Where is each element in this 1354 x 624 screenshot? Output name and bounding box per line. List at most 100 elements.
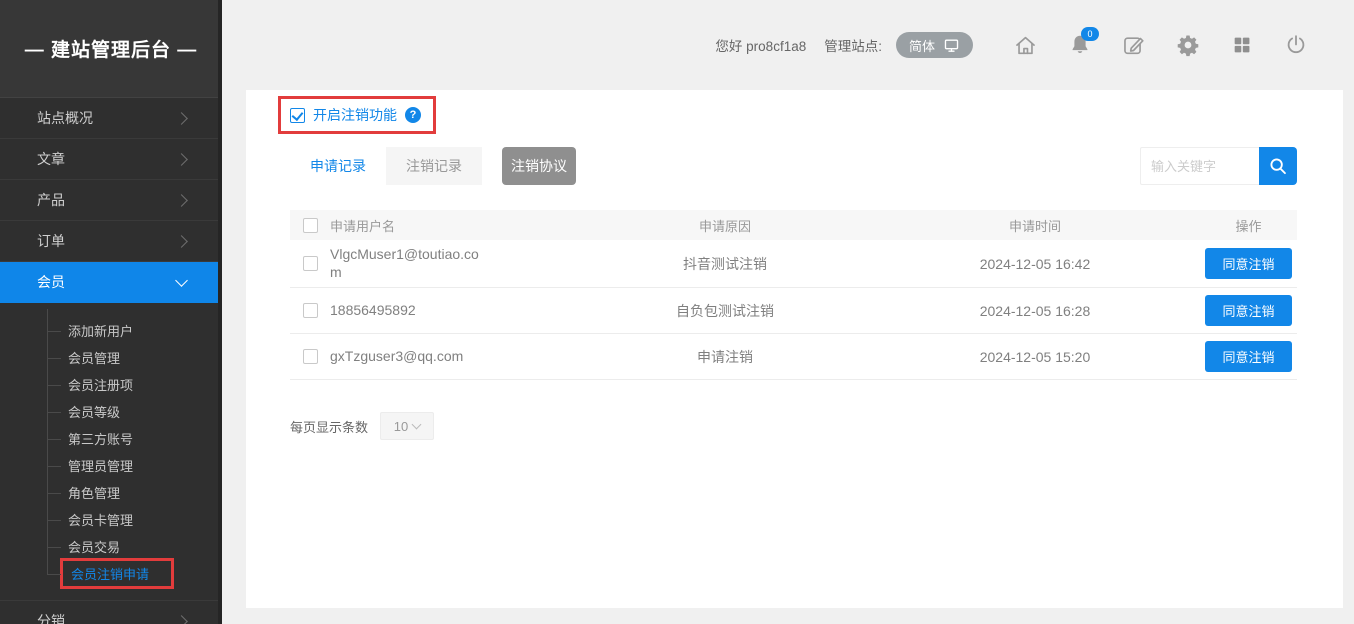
col-time: 申请时间: [870, 216, 1200, 235]
pagination: 每页显示条数 10: [290, 412, 1297, 440]
sidebar-subitem-label: 添加新用户: [68, 321, 133, 340]
sidebar-item[interactable]: 站点概况: [0, 98, 218, 139]
applications-table: 申请用户名 申请原因 申请时间 操作 VlgcMuser1@toutiao.co…: [290, 210, 1297, 380]
search-icon: [1267, 155, 1289, 177]
sidebar-subitem[interactable]: 管理员管理: [0, 452, 222, 479]
sidebar-item-label: 会员: [37, 272, 65, 292]
content-card: 开启注销功能 ? 申请记录 注销记录 注销协议: [246, 90, 1343, 608]
tab[interactable]: 注销记录: [386, 147, 482, 185]
cell-username: gxTzguser3@qq.com: [330, 348, 580, 366]
tab[interactable]: 申请记录: [290, 147, 386, 185]
chevron-icon: [175, 274, 188, 287]
sidebar-subitem[interactable]: 会员管理: [0, 344, 222, 371]
select-all-checkbox[interactable]: [303, 218, 318, 233]
sidebar-item[interactable]: 文章: [0, 139, 218, 180]
gear-icon[interactable]: [1175, 33, 1200, 58]
tab-bar: 申请记录 注销记录 注销协议: [290, 147, 1297, 185]
page-size-select[interactable]: 10: [380, 412, 434, 440]
user-greeting: 您好 pro8cf1a8: [715, 35, 806, 55]
col-username: 申请用户名: [330, 216, 580, 235]
sidebar-item-label: 站点概况: [37, 108, 93, 128]
cell-time: 2024-12-05 16:42: [870, 256, 1200, 272]
table-header-row: 申请用户名 申请原因 申请时间 操作: [290, 210, 1297, 240]
cell-username: VlgcMuser1@toutiao.com: [330, 246, 580, 281]
compose-icon[interactable]: [1121, 33, 1146, 58]
sidebar-item-label: 文章: [37, 149, 65, 169]
sidebar: — 建站管理后台 — 站点概况 文章 产品 订单: [0, 0, 222, 624]
sidebar-subitem[interactable]: 会员注销申请: [0, 560, 222, 587]
sidebar-subitem-label: 角色管理: [68, 483, 120, 502]
bell-icon[interactable]: 0: [1067, 33, 1092, 58]
approve-logout-button[interactable]: 同意注销: [1205, 295, 1291, 326]
chevron-icon: [175, 235, 188, 248]
logout-enabled-checkbox[interactable]: [290, 108, 305, 123]
home-icon[interactable]: [1013, 33, 1038, 58]
language-site-button[interactable]: 简体: [896, 32, 973, 58]
topbar: 您好 pro8cf1a8 管理站点: 简体: [222, 0, 1354, 90]
row-checkbox[interactable]: [303, 349, 318, 364]
col-reason: 申请原因: [580, 216, 870, 235]
chevron-icon: [175, 194, 188, 207]
chevron-icon: [175, 112, 188, 125]
sidebar-subitem-label: 管理员管理: [68, 456, 133, 475]
manage-site-label: 管理站点:: [824, 35, 882, 55]
language-label: 简体: [909, 36, 935, 55]
sidebar-subitem-label: 第三方账号: [68, 429, 133, 448]
sidebar-item-distribution[interactable]: 分销: [0, 600, 218, 624]
table-row: gxTzguser3@qq.com 申请注销 2024-12-05 15:20 …: [290, 334, 1297, 380]
sidebar-subitem-label: 会员卡管理: [68, 510, 133, 529]
tab[interactable]: 注销协议: [502, 147, 576, 185]
sidebar-subitem[interactable]: 添加新用户: [0, 317, 222, 344]
sidebar-item[interactable]: 产品: [0, 180, 218, 221]
page-size-value: 10: [394, 419, 408, 434]
logout-toggle-label: 开启注销功能: [313, 105, 397, 125]
row-checkbox[interactable]: [303, 303, 318, 318]
cell-time: 2024-12-05 16:28: [870, 303, 1200, 319]
search-button[interactable]: [1259, 147, 1297, 185]
sidebar-subitem-label: 会员等级: [68, 402, 120, 421]
chevron-icon: [175, 153, 188, 166]
sidebar-subitem-label: 会员注销申请: [60, 558, 174, 589]
sidebar-subitem-label: 会员管理: [68, 348, 120, 367]
page-size-label: 每页显示条数: [290, 417, 368, 436]
chevron-down-icon: [412, 420, 422, 430]
search-input[interactable]: [1140, 147, 1259, 185]
power-icon[interactable]: [1283, 33, 1308, 58]
cell-time: 2024-12-05 15:20: [870, 349, 1200, 365]
monitor-icon: [943, 37, 960, 54]
col-action: 操作: [1200, 216, 1297, 235]
tab-label: 申请记录: [310, 156, 366, 176]
cell-reason: 申请注销: [580, 347, 870, 367]
table-row: VlgcMuser1@toutiao.com 抖音测试注销 2024-12-05…: [290, 240, 1297, 288]
cell-reason: 抖音测试注销: [580, 254, 870, 274]
tab-label: 注销协议: [511, 156, 567, 176]
sidebar-submenu: 添加新用户 会员管理 会员注册项 会员等级 第三方账号: [0, 303, 222, 600]
admin-console: — 建站管理后台 — 站点概况 文章 产品 订单: [0, 0, 1354, 624]
sidebar-subitem[interactable]: 会员卡管理: [0, 506, 222, 533]
apps-grid-icon[interactable]: [1229, 33, 1254, 58]
approve-logout-button[interactable]: 同意注销: [1205, 341, 1291, 372]
cell-username: 18856495892: [330, 302, 580, 320]
search-box: [1140, 147, 1297, 185]
sidebar-item[interactable]: 会员: [0, 262, 218, 303]
sidebar-subitem[interactable]: 会员交易: [0, 533, 222, 560]
sidebar-item-label: 分销: [37, 611, 65, 624]
sidebar-subitem[interactable]: 角色管理: [0, 479, 222, 506]
table-row: 18856495892 自负包测试注销 2024-12-05 16:28 同意注…: [290, 288, 1297, 334]
sidebar-subitem[interactable]: 第三方账号: [0, 425, 222, 452]
notification-badge: 0: [1081, 27, 1099, 41]
cell-reason: 自负包测试注销: [580, 301, 870, 321]
help-icon[interactable]: ?: [405, 107, 421, 123]
sidebar-item-label: 产品: [37, 190, 65, 210]
sidebar-subitem[interactable]: 会员等级: [0, 398, 222, 425]
sidebar-subitem-label: 会员注册项: [68, 375, 133, 394]
sidebar-subitem[interactable]: 会员注册项: [0, 371, 222, 398]
sidebar-scrollbar[interactable]: [218, 0, 222, 624]
row-checkbox[interactable]: [303, 256, 318, 271]
sidebar-subitem-label: 会员交易: [68, 537, 120, 556]
tab-label: 注销记录: [406, 156, 462, 176]
approve-logout-button[interactable]: 同意注销: [1205, 248, 1291, 279]
app-logo: — 建站管理后台 —: [0, 0, 222, 98]
sidebar-item[interactable]: 订单: [0, 221, 218, 262]
logout-toggle-highlight: 开启注销功能 ?: [278, 96, 436, 134]
